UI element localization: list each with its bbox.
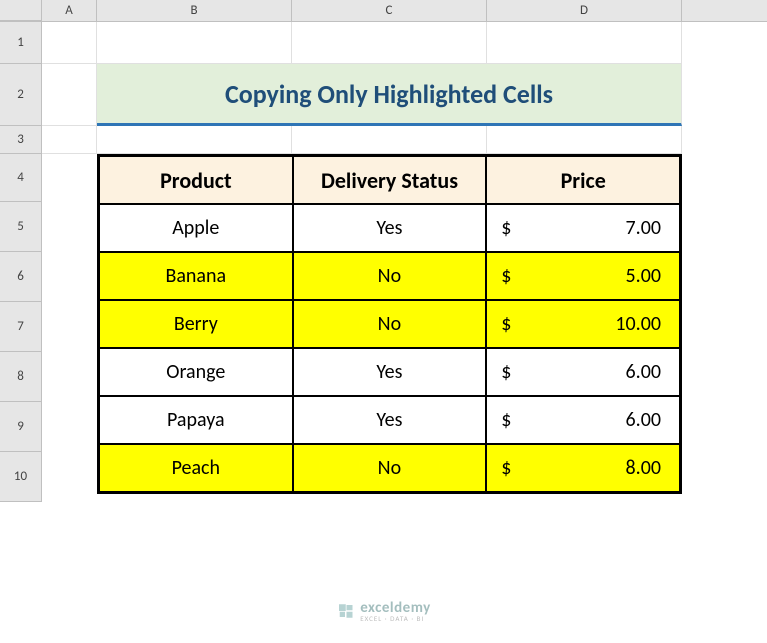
- row-header-8[interactable]: 8: [0, 352, 42, 402]
- watermark: exceldemy EXCEL · DATA · BI: [336, 598, 431, 623]
- cell-delivery[interactable]: No: [293, 252, 487, 300]
- currency-symbol: $: [501, 312, 511, 336]
- table-header-row: Product Delivery Status Price: [99, 156, 680, 204]
- price-value: 8.00: [626, 456, 661, 480]
- row-header-7[interactable]: 7: [0, 302, 42, 352]
- cell-price[interactable]: $7.00: [486, 204, 680, 252]
- column-header-B[interactable]: B: [97, 0, 292, 21]
- column-headers-row: A B C D: [0, 0, 767, 22]
- cell-product[interactable]: Apple: [99, 204, 293, 252]
- spreadsheet-grid: A B C D 1 2 3 4 5 6 7 8 9 10 Co: [0, 0, 767, 643]
- row-header-10[interactable]: 10: [0, 452, 42, 502]
- cell-delivery[interactable]: No: [293, 444, 487, 492]
- cells-area[interactable]: Copying Only Highlighted Cells Product D…: [42, 22, 767, 502]
- header-product[interactable]: Product: [99, 156, 293, 204]
- currency-symbol: $: [501, 216, 511, 240]
- price-value: 6.00: [626, 408, 661, 432]
- cell-product[interactable]: Berry: [99, 300, 293, 348]
- cell-price[interactable]: $8.00: [486, 444, 680, 492]
- row-header-2[interactable]: 2: [0, 64, 42, 126]
- cell-delivery[interactable]: No: [293, 300, 487, 348]
- cell-D1[interactable]: [487, 22, 682, 64]
- row-header-3[interactable]: 3: [0, 126, 42, 154]
- cell-C1[interactable]: [292, 22, 487, 64]
- header-delivery[interactable]: Delivery Status: [293, 156, 487, 204]
- cell-price[interactable]: $10.00: [486, 300, 680, 348]
- cell-delivery[interactable]: Yes: [293, 396, 487, 444]
- data-table: Product Delivery Status Price AppleYes$7…: [97, 154, 682, 494]
- currency-symbol: $: [501, 264, 511, 288]
- table-row: OrangeYes$6.00: [99, 348, 680, 396]
- column-header-C[interactable]: C: [292, 0, 487, 21]
- cell-delivery[interactable]: Yes: [293, 204, 487, 252]
- watermark-subtitle: EXCEL · DATA · BI: [360, 614, 431, 623]
- cell-D3[interactable]: [487, 126, 682, 154]
- cell-B1[interactable]: [97, 22, 292, 64]
- row-headers-column: 1 2 3 4 5 6 7 8 9 10: [0, 22, 42, 502]
- price-value: 5.00: [626, 264, 661, 288]
- row-header-9[interactable]: 9: [0, 402, 42, 452]
- cell-price[interactable]: $6.00: [486, 396, 680, 444]
- row-header-4[interactable]: 4: [0, 154, 42, 202]
- header-price[interactable]: Price: [486, 156, 680, 204]
- cell-A2[interactable]: [42, 64, 97, 126]
- column-header-A[interactable]: A: [42, 0, 97, 21]
- table-row: PapayaYes$6.00: [99, 396, 680, 444]
- cell-A3[interactable]: [42, 126, 97, 154]
- currency-symbol: $: [501, 360, 511, 384]
- cell-price[interactable]: $5.00: [486, 252, 680, 300]
- table-row: BananaNo$5.00: [99, 252, 680, 300]
- cell-product[interactable]: Banana: [99, 252, 293, 300]
- cell-product[interactable]: Orange: [99, 348, 293, 396]
- cell-price[interactable]: $6.00: [486, 348, 680, 396]
- table-row: BerryNo$10.00: [99, 300, 680, 348]
- cell-product[interactable]: Papaya: [99, 396, 293, 444]
- row-header-5[interactable]: 5: [0, 202, 42, 252]
- price-value: 7.00: [626, 216, 661, 240]
- cell-delivery[interactable]: Yes: [293, 348, 487, 396]
- currency-symbol: $: [501, 456, 511, 480]
- select-all-corner[interactable]: [0, 0, 42, 21]
- cell-C3[interactable]: [292, 126, 487, 154]
- cell-A1[interactable]: [42, 22, 97, 64]
- column-header-D[interactable]: D: [487, 0, 682, 21]
- row-header-1[interactable]: 1: [0, 22, 42, 64]
- row-header-6[interactable]: 6: [0, 252, 42, 302]
- price-value: 6.00: [626, 360, 661, 384]
- currency-symbol: $: [501, 408, 511, 432]
- logo-icon: [336, 602, 354, 620]
- title-merged-cell[interactable]: Copying Only Highlighted Cells: [97, 64, 682, 126]
- cell-product[interactable]: Peach: [99, 444, 293, 492]
- table-row: PeachNo$8.00: [99, 444, 680, 492]
- table-row: AppleYes$7.00: [99, 204, 680, 252]
- cell-B3[interactable]: [97, 126, 292, 154]
- price-value: 10.00: [615, 312, 661, 336]
